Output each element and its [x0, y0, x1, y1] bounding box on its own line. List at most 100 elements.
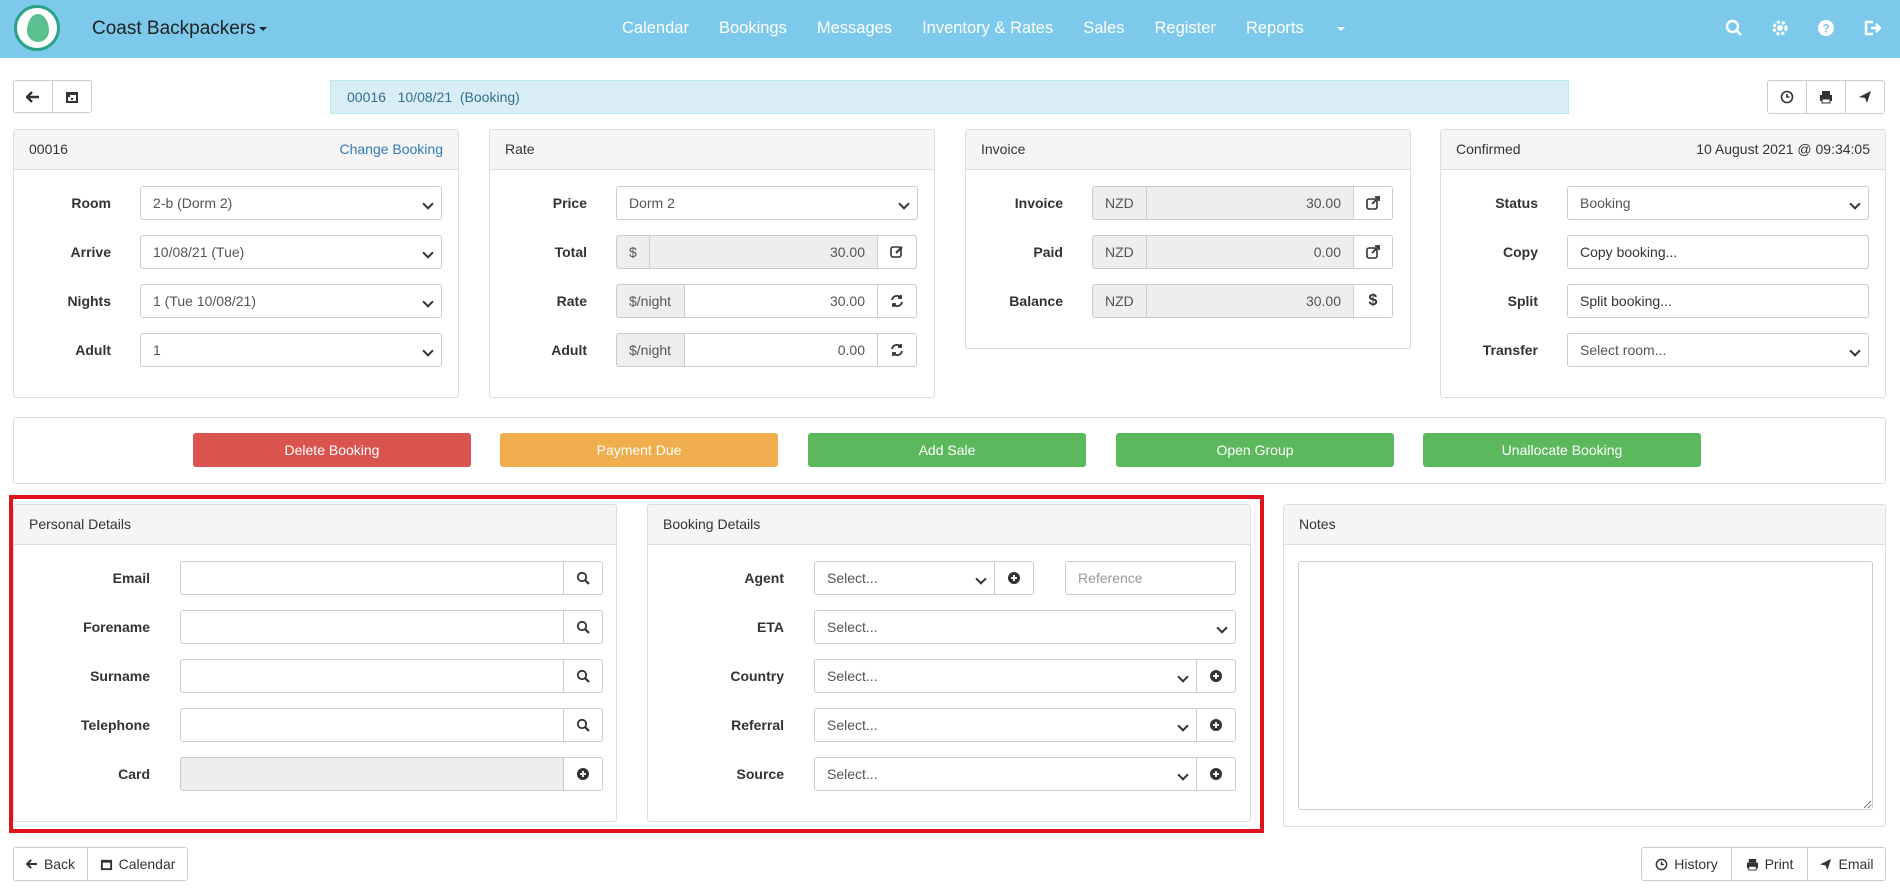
app-logo[interactable]	[14, 5, 60, 51]
email-button[interactable]: Email	[1807, 847, 1886, 881]
nav-inventory-rates[interactable]: Inventory & Rates	[922, 19, 1053, 38]
calendar-button[interactable]: Calendar	[87, 847, 188, 881]
add-sale-button[interactable]: Add Sale	[808, 433, 1086, 467]
telephone-field[interactable]	[180, 708, 564, 742]
panel-header: 00016 Change Booking	[14, 130, 458, 170]
confirmed-title: Confirmed	[1456, 141, 1521, 157]
back-label: Back	[43, 856, 76, 872]
status-select[interactable]: Booking	[1567, 186, 1869, 220]
pay-balance-button[interactable]: $	[1353, 284, 1393, 318]
status-panel: Confirmed 10 August 2021 @ 09:34:05 Statu…	[1440, 129, 1886, 398]
room-select[interactable]: 2-b (Dorm 2)	[140, 186, 442, 220]
add-source-button[interactable]	[1196, 757, 1236, 791]
arrive-select[interactable]: 10/08/21 (Tue)	[140, 235, 442, 269]
caret-down-icon	[1336, 26, 1345, 31]
eta-select[interactable]: Select...	[814, 610, 1236, 644]
copy-booking-field[interactable]: Copy booking...	[1567, 235, 1869, 269]
nav-calendar[interactable]: Calendar	[622, 19, 689, 38]
search-icon	[576, 669, 590, 683]
rate-field[interactable]: 30.00	[684, 284, 878, 318]
nights-select[interactable]: 1 (Tue 10/08/21)	[140, 284, 442, 318]
source-label: Source	[736, 766, 784, 782]
send-icon	[1859, 91, 1871, 103]
help-icon[interactable]: ?	[1814, 16, 1838, 40]
panel-header: Confirmed 10 August 2021 @ 09:34:05	[1441, 130, 1885, 170]
calendar-icon	[100, 859, 112, 870]
print-toolbar-button[interactable]	[1806, 80, 1846, 114]
transfer-room-select[interactable]: Select room...	[1567, 333, 1869, 367]
add-agent-button[interactable]	[994, 561, 1034, 595]
history-toolbar-button[interactable]	[1767, 80, 1807, 114]
referral-label: Referral	[731, 717, 784, 733]
country-label: Country	[730, 668, 784, 684]
brand-name: Coast Backpackers	[92, 18, 256, 39]
nav-bookings[interactable]: Bookings	[719, 19, 787, 38]
source-select[interactable]: Select...	[814, 757, 1197, 791]
adult-rate-label: Adult	[551, 342, 587, 358]
change-booking-link[interactable]: Change Booking	[339, 141, 443, 157]
unallocate-booking-button[interactable]: Unallocate Booking	[1423, 433, 1701, 467]
price-select[interactable]: Dorm 2	[616, 186, 918, 220]
reference-field[interactable]: Reference	[1065, 561, 1236, 595]
currency-addon: NZD	[1092, 186, 1147, 220]
calendar-toolbar-button[interactable]	[52, 80, 92, 113]
panel-header: Personal Details	[14, 505, 616, 545]
search-telephone-button[interactable]	[563, 708, 603, 742]
referral-select[interactable]: Select...	[814, 708, 1197, 742]
open-group-button[interactable]: Open Group	[1116, 433, 1394, 467]
add-country-button[interactable]	[1196, 659, 1236, 693]
history-button[interactable]: History	[1641, 847, 1732, 881]
email-toolbar-button[interactable]	[1845, 80, 1885, 114]
add-referral-button[interactable]	[1196, 708, 1236, 742]
back-arrow-button[interactable]	[13, 80, 53, 113]
refresh-adult-rate-button[interactable]	[877, 333, 917, 367]
history-label: History	[1674, 856, 1718, 872]
edit-total-button[interactable]	[877, 235, 917, 269]
forename-field[interactable]	[180, 610, 564, 644]
search-icon[interactable]	[1722, 16, 1746, 40]
nav-icons: ?	[1722, 16, 1884, 40]
crumb-date: 10/08/21	[397, 89, 453, 105]
split-booking-field[interactable]: Split booking...	[1567, 284, 1869, 318]
adult-select[interactable]: 1	[140, 333, 442, 367]
open-invoice-button[interactable]	[1353, 186, 1393, 220]
surname-field[interactable]	[180, 659, 564, 693]
notes-panel: Notes	[1283, 504, 1886, 827]
search-icon	[576, 620, 590, 634]
payment-due-button[interactable]: Payment Due	[500, 433, 778, 467]
search-surname-button[interactable]	[563, 659, 603, 693]
nav-messages[interactable]: Messages	[817, 19, 892, 38]
plus-circle-icon	[1210, 768, 1222, 780]
logout-icon[interactable]	[1860, 16, 1884, 40]
print-label: Print	[1764, 856, 1794, 872]
refresh-rate-button[interactable]	[877, 284, 917, 318]
email-label: Email	[1838, 856, 1874, 872]
adult-rate-field[interactable]: 0.00	[684, 333, 878, 367]
svg-text:?: ?	[1822, 22, 1829, 36]
per-night-addon: $/night	[616, 284, 685, 318]
nav-reports[interactable]: Reports	[1246, 19, 1375, 38]
open-payments-button[interactable]	[1353, 235, 1393, 269]
arrow-left-icon	[25, 859, 37, 869]
nav-reports-label: Reports	[1245, 19, 1304, 37]
email-field[interactable]	[180, 561, 564, 595]
edit-icon	[890, 246, 903, 258]
notes-textarea[interactable]	[1298, 561, 1873, 810]
search-email-button[interactable]	[563, 561, 603, 595]
nav-sales[interactable]: Sales	[1083, 19, 1124, 38]
search-forename-button[interactable]	[563, 610, 603, 644]
dollar-icon: $	[1368, 292, 1378, 309]
print-button[interactable]: Print	[1731, 847, 1808, 881]
brand-menu[interactable]: Coast Backpackers	[92, 18, 267, 40]
agent-select[interactable]: Select...	[814, 561, 995, 595]
back-button[interactable]: Back	[13, 847, 88, 881]
caret-down-icon	[258, 26, 267, 31]
delete-booking-button[interactable]: Delete Booking	[193, 433, 471, 467]
external-link-icon	[1366, 245, 1380, 259]
country-select[interactable]: Select...	[814, 659, 1197, 693]
arrive-label: Arrive	[70, 244, 111, 260]
nav-register[interactable]: Register	[1155, 19, 1216, 38]
gear-icon[interactable]	[1768, 16, 1792, 40]
add-card-button[interactable]	[563, 757, 603, 791]
clock-icon	[1780, 90, 1794, 104]
